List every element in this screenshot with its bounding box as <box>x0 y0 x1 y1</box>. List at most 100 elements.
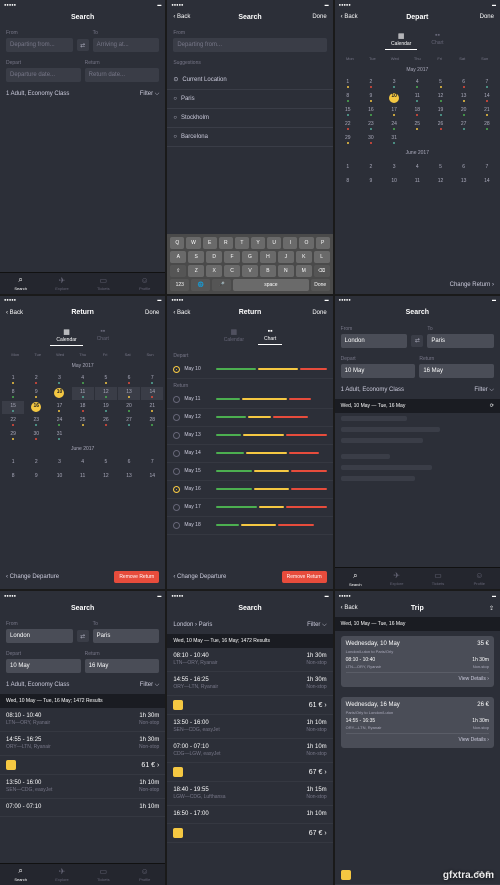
flight-result[interactable]: 07:00 - 07:101h 10m <box>0 799 165 817</box>
price-chart-row[interactable]: May 11 <box>167 391 332 409</box>
key-q[interactable]: Q <box>170 237 184 249</box>
key-w[interactable]: W <box>186 237 200 249</box>
flight-result[interactable]: 07:00 - 07:101h 10mCDG—LGW, easyJetNon-s… <box>167 739 332 763</box>
tab-chart[interactable]: ▪▪Chart <box>258 326 282 345</box>
return-input[interactable]: Return date... <box>85 68 160 82</box>
globe-key[interactable]: 🌐 <box>191 279 210 291</box>
calendar-day[interactable]: 8 <box>2 470 24 483</box>
tab-chart[interactable]: ▪▪Chart <box>91 326 115 346</box>
pax-label[interactable]: 1 Adult, Economy Class <box>341 387 404 394</box>
to-input[interactable]: Paris <box>427 334 494 348</box>
calendar-day[interactable]: 22 <box>2 415 24 428</box>
calendar-day[interactable]: 3 <box>383 160 405 173</box>
calendar-day[interactable]: 29 <box>337 133 359 146</box>
calendar-day[interactable]: 23 <box>360 119 382 132</box>
price-chart-row[interactable]: May 12 <box>167 409 332 427</box>
from-input[interactable]: Departing from... <box>6 38 73 52</box>
calendar-day[interactable]: 26 <box>95 415 117 428</box>
calendar-day[interactable]: 23 <box>25 415 47 428</box>
tab-tickets[interactable]: ▭Tickets <box>417 568 458 589</box>
tab-search[interactable]: ⌕Search <box>0 864 41 885</box>
calendar-day[interactable]: 19 <box>95 401 117 414</box>
calendar-day[interactable]: 15 <box>2 401 24 414</box>
suggestion-current-location[interactable]: ⊙Current Location <box>167 70 332 90</box>
calendar-day[interactable]: 4 <box>406 77 428 90</box>
key-o[interactable]: O <box>299 237 313 249</box>
share-button[interactable]: ⇪ <box>464 605 494 612</box>
suggestion-item[interactable]: ○Paris <box>167 90 332 109</box>
key-x[interactable]: X <box>206 265 222 277</box>
to-input[interactable]: Arriving at... <box>93 38 160 52</box>
change-departure-button[interactable]: ‹ Change Departure <box>6 574 59 580</box>
back-button[interactable]: ‹ Back <box>6 310 36 316</box>
key-t[interactable]: T <box>235 237 249 249</box>
keyboard-done-key[interactable]: Done <box>311 279 330 291</box>
calendar-day[interactable]: 30 <box>360 133 382 146</box>
calendar-day[interactable]: 29 <box>2 429 24 442</box>
key-e[interactable]: E <box>203 237 217 249</box>
pax-label[interactable]: 1 Adult, Economy Class <box>6 682 69 689</box>
key-a[interactable]: A <box>170 251 186 263</box>
calendar-day[interactable]: 9 <box>25 470 47 483</box>
calendar-day[interactable]: 6 <box>118 456 140 469</box>
calendar-day[interactable]: 26 <box>429 119 451 132</box>
key-v[interactable]: V <box>242 265 258 277</box>
swap-button[interactable]: ⇄ <box>77 39 89 51</box>
calendar-day[interactable]: 9 <box>360 91 382 104</box>
key-d[interactable]: D <box>206 251 222 263</box>
calendar-day[interactable]: 8 <box>337 174 359 187</box>
calendar-day[interactable]: 13 <box>453 91 475 104</box>
calendar-day[interactable]: 4 <box>72 373 94 386</box>
calendar-day[interactable]: 25 <box>72 415 94 428</box>
tab-search[interactable]: ⌕Search <box>335 568 376 589</box>
calendar-day[interactable]: 3 <box>48 373 70 386</box>
calendar-day[interactable]: 8 <box>2 387 24 400</box>
key-p[interactable]: P <box>316 237 330 249</box>
calendar-day[interactable]: 14 <box>141 387 163 400</box>
calendar-day[interactable]: 2 <box>360 160 382 173</box>
key-m[interactable]: M <box>296 265 312 277</box>
flight-result[interactable]: 08:10 - 10:401h 30mLTN—ORY, RyanairNon-s… <box>0 708 165 732</box>
tab-chart[interactable]: ▪▪Chart <box>425 30 449 50</box>
calendar-day[interactable]: 1 <box>337 77 359 90</box>
price-row[interactable]: 67 € › <box>167 824 332 843</box>
calendar-day[interactable]: 11 <box>406 174 428 187</box>
done-button[interactable]: Done <box>129 310 159 316</box>
calendar-day[interactable]: 31 <box>383 133 405 146</box>
calendar-day[interactable]: 5 <box>429 160 451 173</box>
calendar-day[interactable]: 8 <box>337 91 359 104</box>
key-f[interactable]: F <box>224 251 240 263</box>
view-details-button[interactable]: View Details › <box>346 672 489 682</box>
calendar-day[interactable]: 10 <box>383 91 405 104</box>
calendar-day[interactable]: 6 <box>453 160 475 173</box>
key-r[interactable]: R <box>219 237 233 249</box>
price-chart-row[interactable]: May 18 <box>167 517 332 535</box>
breadcrumb[interactable]: London › Paris <box>173 622 212 629</box>
calendar-day[interactable]: 12 <box>429 174 451 187</box>
backspace-key[interactable]: ⌫ <box>314 265 330 277</box>
calendar-day[interactable]: 17 <box>383 105 405 118</box>
mic-key[interactable]: 🎤 <box>212 279 231 291</box>
calendar-day[interactable]: 12 <box>95 387 117 400</box>
calendar-day[interactable]: 14 <box>476 91 498 104</box>
calendar-day[interactable]: 10 <box>383 174 405 187</box>
calendar-day[interactable]: 20 <box>118 401 140 414</box>
flight-result[interactable]: 14:55 - 16:251h 30mORY—LTN, RyanairNon-s… <box>167 672 332 696</box>
key-l[interactable]: L <box>314 251 330 263</box>
key-c[interactable]: C <box>224 265 240 277</box>
depart-input[interactable]: 10 May <box>341 364 416 378</box>
back-button[interactable]: ‹ Back <box>341 605 371 611</box>
calendar-day[interactable]: 11 <box>406 91 428 104</box>
suggestion-item[interactable]: ○Stockholm <box>167 109 332 128</box>
change-departure-button[interactable]: ‹ Change Departure <box>173 574 226 580</box>
calendar-day[interactable]: 24 <box>48 415 70 428</box>
calendar-day[interactable]: 1 <box>2 456 24 469</box>
tab-explore[interactable]: ✈Explore <box>376 568 417 589</box>
calendar-day[interactable]: 4 <box>406 160 428 173</box>
tab-tickets[interactable]: ▭Tickets <box>83 273 124 294</box>
suggestion-item[interactable]: ○Barcelona <box>167 128 332 147</box>
back-button[interactable]: ‹ Back <box>173 14 203 20</box>
calendar-day[interactable]: 1 <box>2 373 24 386</box>
calendar-day[interactable]: 20 <box>453 105 475 118</box>
calendar-day[interactable]: 17 <box>48 401 70 414</box>
